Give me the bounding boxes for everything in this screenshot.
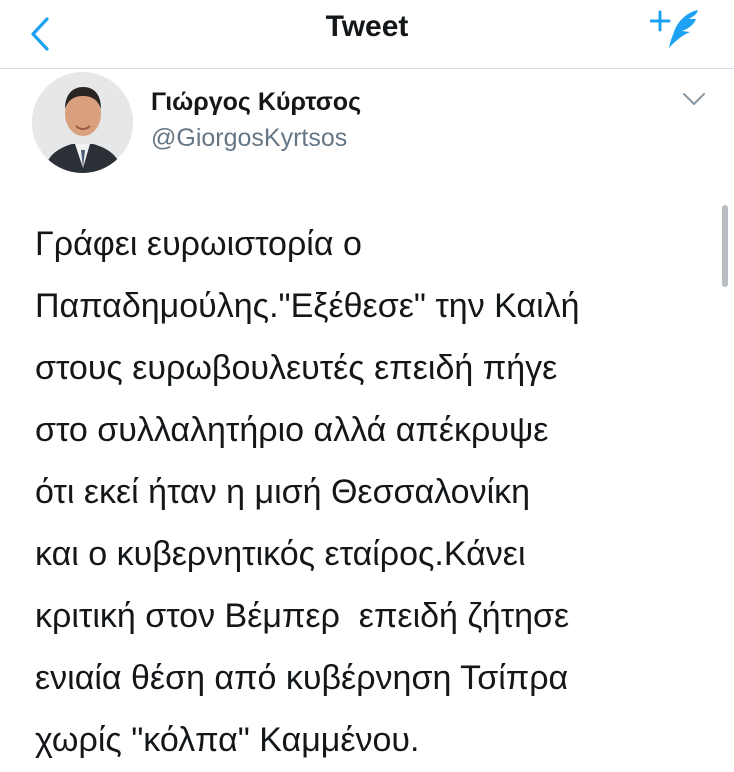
compose-tweet-button[interactable] [649, 4, 712, 56]
navigation-bar: Tweet [0, 0, 734, 69]
tweet-text: Γράφει ευρωιστορία ο Παπαδημούλης."Εξέθε… [35, 213, 715, 771]
tweet-text-line: στους ευρωβουλευτές επειδή πήγε [35, 349, 558, 387]
author-handle[interactable]: @GiorgosKyrtsos [151, 124, 347, 153]
scrollbar[interactable] [722, 205, 728, 287]
tweet-options-button[interactable] [681, 90, 707, 108]
author-name[interactable]: Γιώργος Κύρτσος [151, 88, 361, 117]
tweet-text-line: και ο κυβερνητικός εταίρος.Κάνει [35, 535, 526, 573]
tweet-text-line: Παπαδημούλης."Εξέθεσε" την Καιλή [35, 287, 580, 325]
page-title: Tweet [325, 10, 409, 43]
avatar-image [32, 72, 133, 173]
avatar[interactable] [32, 72, 133, 173]
tweet-text-line: ενιαία θέση από κυβέρνηση Τσίπρα [35, 659, 569, 697]
tweet-text-line: στο συλλαλητήριο αλλά απέκρυψε [35, 411, 549, 449]
tweet-text-line: χωρίς "κόλπα" Καμμένου. [35, 721, 420, 759]
tweet-text-line: Γράφει ευρωιστορία ο [35, 225, 362, 263]
tweet-text-line: κριτική στον Βέμπερ επειδή ζήτησε [35, 597, 570, 635]
chevron-down-icon [683, 93, 705, 105]
tweet-text-line: ότι εκεί ήταν η μισή Θεσσαλονίκη [35, 473, 531, 511]
compose-tweet-icon [649, 10, 698, 48]
